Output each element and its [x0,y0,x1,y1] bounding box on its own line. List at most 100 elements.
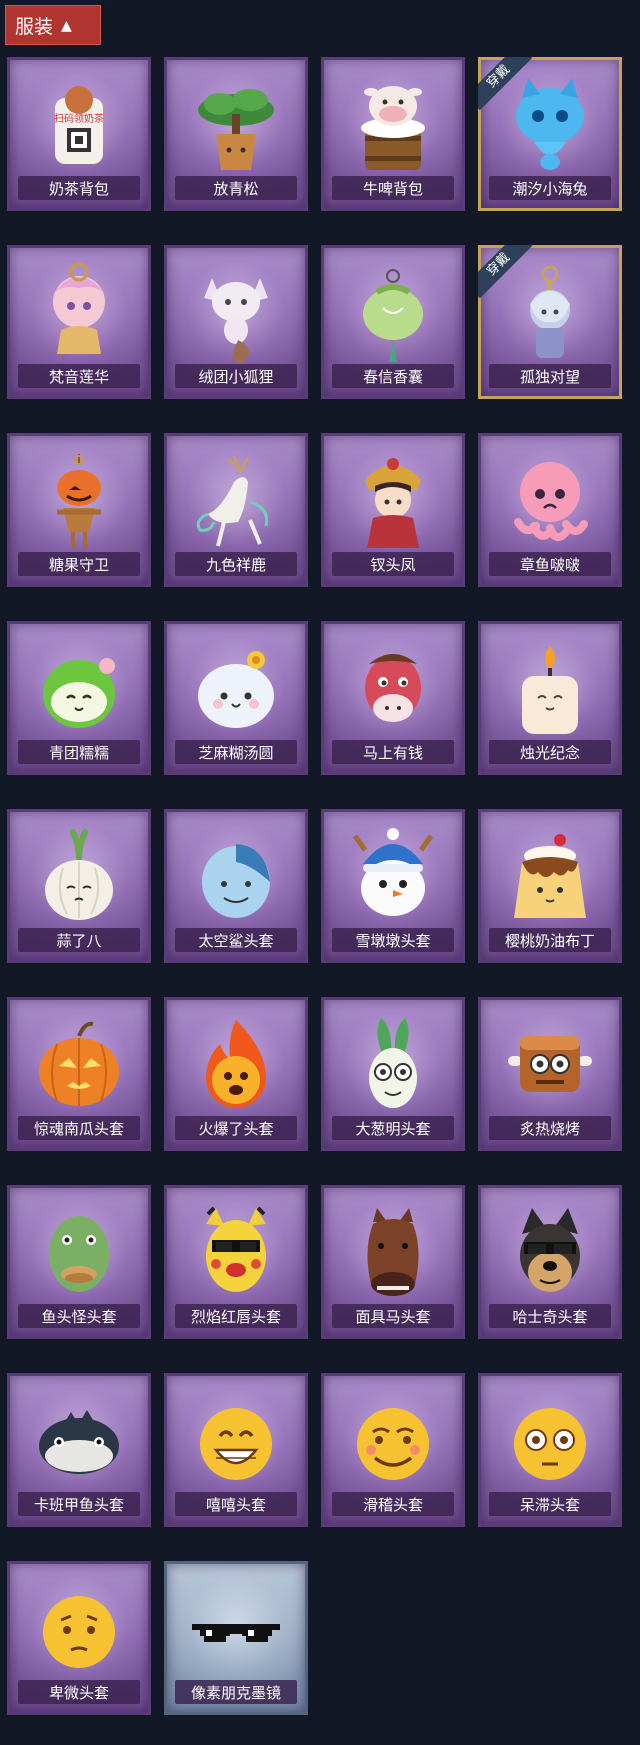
costume-name: 烛光纪念 [489,740,611,764]
costume-card[interactable]: 蒜了八 [7,809,151,963]
costume-card[interactable]: 九色祥鹿 [164,433,308,587]
shark-helmet-icon [190,828,282,928]
pudding-icon [504,828,596,928]
costume-name: 糖果守卫 [18,552,140,576]
costume-card[interactable]: 大葱明头套 [321,997,465,1151]
husky-sunglasses-icon [504,1204,596,1304]
section-title: 服装 [15,15,54,38]
costume-name: 奶茶背包 [18,176,140,200]
costume-card[interactable]: 卑微头套 [7,1561,151,1715]
fire-head-icon [190,1016,282,1116]
bonsai-pine-icon [190,76,282,176]
costume-name: 潮汐小海兔 [489,176,611,200]
costume-card[interactable]: 嘻嘻头套 [164,1373,308,1527]
costume-name: 绒团小狐狸 [175,364,297,388]
costume-card[interactable]: 雪墩墩头套 [321,809,465,963]
chevron-up-icon: ▲ [61,18,72,34]
costume-card[interactable]: 钗头凤 [321,433,465,587]
pixel-sunglasses-icon [190,1580,282,1680]
costume-name: 芝麻糊汤圆 [175,740,297,764]
costume-name: 青团糯糯 [18,740,140,764]
costume-card[interactable]: 芝麻糊汤圆 [164,621,308,775]
costume-card[interactable]: 鱼头怪头套 [7,1185,151,1339]
garlic-icon [33,828,125,928]
costume-name: 惊魂南瓜头套 [18,1116,140,1140]
deer-icon [190,452,282,552]
art-caption: 扫码领奶茶 [54,112,104,125]
costume-name: 钗头凤 [332,552,454,576]
green-dumpling-icon [33,640,125,740]
white-dumpling-icon [190,640,282,740]
humble-emoji-icon [33,1580,125,1680]
costume-card[interactable]: 梵音莲华 [7,245,151,399]
stunned-emoji-icon [504,1392,596,1492]
costume-card[interactable]: 绒团小狐狸 [164,245,308,399]
costume-name: 滑稽头套 [332,1492,454,1516]
red-horse-icon [347,640,439,740]
costume-card[interactable]: 炙热烧烤 [478,997,622,1151]
costume-name: 面具马头套 [332,1304,454,1328]
costume-card[interactable]: 孤独对望 穿戴 [478,245,622,399]
costume-card[interactable]: 面具马头套 [321,1185,465,1339]
costume-card[interactable]: 烛光纪念 [478,621,622,775]
costume-name: 马上有钱 [332,740,454,764]
costume-card[interactable]: 滑稽头套 [321,1373,465,1527]
wardrobe-section-toggle[interactable]: 服装 ▲ [5,5,101,45]
costume-name: 章鱼啵啵 [489,552,611,576]
costume-card[interactable]: 樱桃奶油布丁 [478,809,622,963]
costume-card[interactable]: 糖果守卫 [7,433,151,587]
costume-card[interactable]: 哈士奇头套 [478,1185,622,1339]
barbecue-meat-icon [504,1016,596,1116]
horse-mask-icon [347,1204,439,1304]
fish-head-icon [33,1204,125,1304]
costume-name: 炙热烧烤 [489,1116,611,1140]
sachet-icon [347,264,439,364]
costume-name: 卑微头套 [18,1680,140,1704]
equipped-badge-label: 穿戴 [478,245,532,299]
costume-card[interactable]: 扫码领奶茶 奶茶背包 [7,57,151,211]
costume-name: 九色祥鹿 [175,552,297,576]
costume-card[interactable]: 牛啤背包 [321,57,465,211]
costume-card[interactable]: 放青松 [164,57,308,211]
costume-name: 卡班甲鱼头套 [18,1492,140,1516]
costume-name: 梵音莲华 [18,364,140,388]
pufferfish-icon [33,1392,125,1492]
costume-name: 春信香囊 [332,364,454,388]
snowman-helmet-icon [347,828,439,928]
costume-card[interactable]: 惊魂南瓜头套 [7,997,151,1151]
costume-name: 呆滞头套 [489,1492,611,1516]
item-grid: 扫码领奶茶 奶茶背包 放青松 牛啤背包 潮汐小海兔 穿戴 梵音莲华 绒团小狐狸 春信香囊 孤独对望… [7,57,633,1715]
costume-card[interactable]: 潮汐小海兔 穿戴 [478,57,622,211]
costume-name: 孤独对望 [489,364,611,388]
lotus-girl-icon [33,262,125,364]
costume-name: 雪墩墩头套 [332,928,454,952]
costume-card[interactable]: 青团糯糯 [7,621,151,775]
equipped-badge: 穿戴 [478,245,532,299]
yellow-mouse-sunglasses-icon [190,1204,282,1304]
pumpkin-scarecrow-icon [33,452,125,552]
scallion-head-icon [347,1016,439,1116]
fox-plush-icon [190,264,282,364]
costume-name: 放青松 [175,176,297,200]
costume-card[interactable]: 春信香囊 [321,245,465,399]
pink-octopus-icon [504,452,596,552]
costume-card[interactable]: 章鱼啵啵 [478,433,622,587]
costume-name: 大葱明头套 [332,1116,454,1140]
costume-card[interactable]: 像素朋克墨镜 [164,1561,308,1715]
costume-name: 火爆了头套 [175,1116,297,1140]
smirk-emoji-icon [347,1392,439,1492]
costume-card[interactable]: 卡班甲鱼头套 [7,1373,151,1527]
costume-name: 樱桃奶油布丁 [489,928,611,952]
jack-o-lantern-icon [33,1016,125,1116]
cow-beer-backpack-icon [347,76,439,176]
equipped-badge-label: 穿戴 [478,57,532,111]
costume-card[interactable]: 烈焰红唇头套 [164,1185,308,1339]
costume-card[interactable]: 马上有钱 [321,621,465,775]
costume-name: 哈士奇头套 [489,1304,611,1328]
costume-card[interactable]: 呆滞头套 [478,1373,622,1527]
costume-name: 牛啤背包 [332,176,454,200]
costume-card[interactable]: 太空鲨头套 [164,809,308,963]
costume-name: 像素朋克墨镜 [175,1680,297,1704]
costume-card[interactable]: 火爆了头套 [164,997,308,1151]
equipped-badge: 穿戴 [478,57,532,111]
